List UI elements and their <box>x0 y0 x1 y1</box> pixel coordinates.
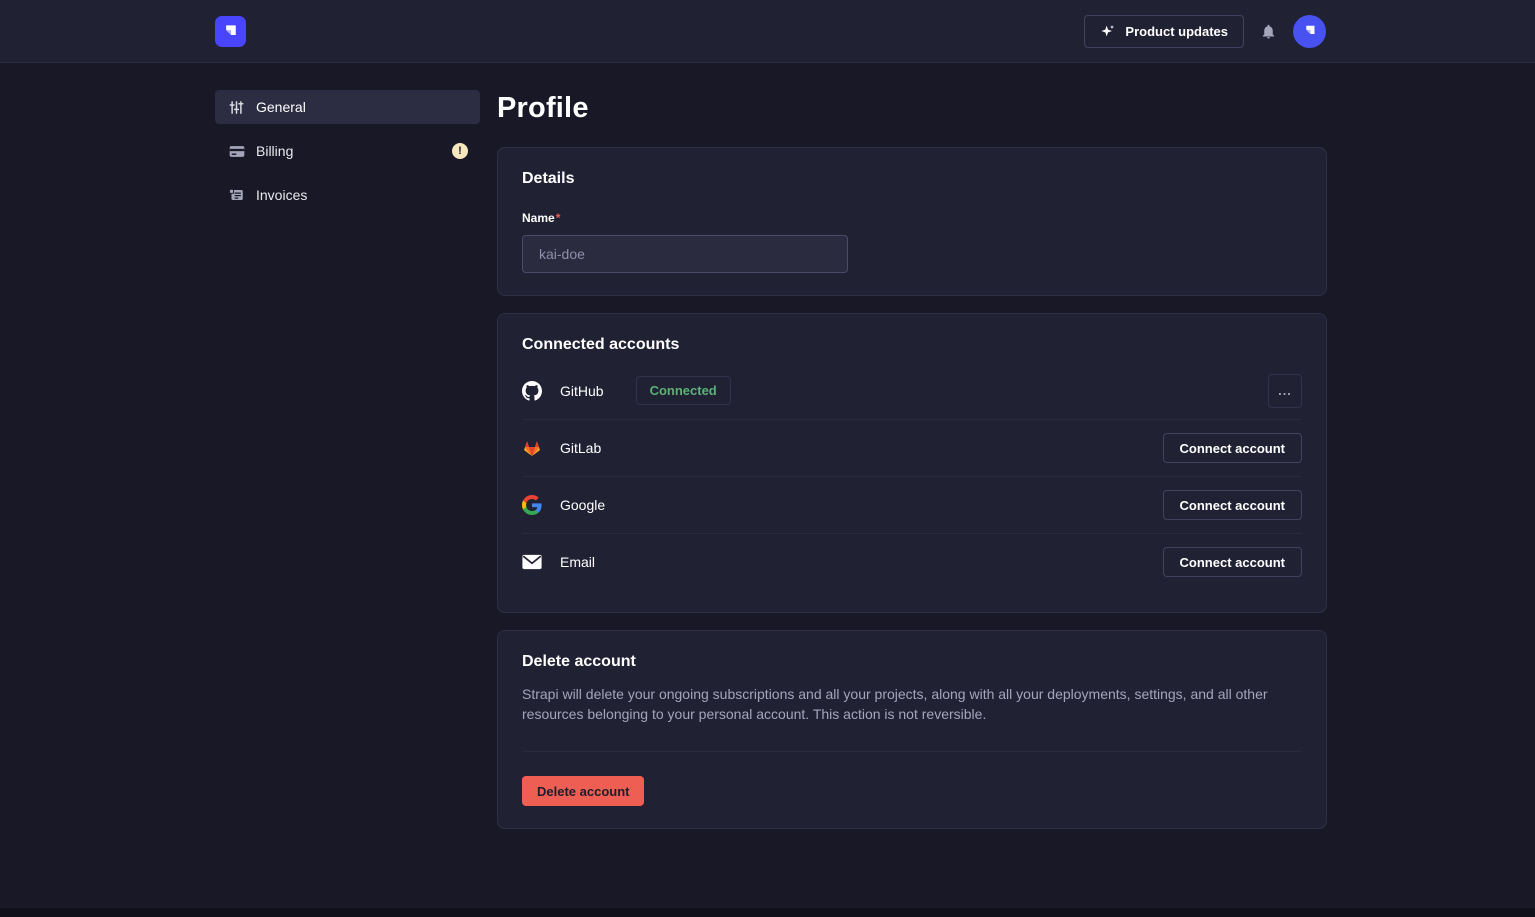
required-asterisk: * <box>556 211 561 225</box>
name-input[interactable] <box>522 235 848 273</box>
sidebar-item-billing[interactable]: Billing ! <box>215 134 480 168</box>
name-label: Name* <box>522 211 560 225</box>
strapi-logo-icon <box>220 21 241 42</box>
sidebar-item-label: General <box>256 99 306 115</box>
bell-icon <box>1260 22 1277 41</box>
product-updates-button[interactable]: Product updates <box>1084 15 1244 48</box>
top-navbar: Product updates <box>0 0 1535 63</box>
delete-account-button[interactable]: Delete account <box>522 776 644 806</box>
user-avatar[interactable] <box>1293 15 1326 48</box>
connected-accounts-heading: Connected accounts <box>522 336 1302 354</box>
account-provider-label: Email <box>560 554 595 570</box>
github-options-button[interactable]: ... <box>1268 374 1302 408</box>
connected-status-badge: Connected <box>636 376 731 405</box>
account-provider-label: GitLab <box>560 440 601 456</box>
delete-account-card: Delete account Strapi will delete your o… <box>497 630 1327 829</box>
invoice-icon <box>229 188 246 202</box>
sparkles-icon <box>1100 23 1116 39</box>
divider <box>522 751 1302 752</box>
account-row-github: GitHub Connected ... <box>522 362 1302 419</box>
email-connect-button[interactable]: Connect account <box>1163 547 1302 577</box>
notifications-button[interactable] <box>1260 22 1277 41</box>
sidebar-item-label: Invoices <box>256 187 307 203</box>
sliders-icon <box>229 100 246 115</box>
account-row-email: Email Connect account <box>522 533 1302 590</box>
product-updates-label: Product updates <box>1125 24 1228 39</box>
details-card: Details Name* <box>497 147 1327 296</box>
gitlab-connect-button[interactable]: Connect account <box>1163 433 1302 463</box>
github-icon <box>522 381 542 401</box>
email-icon <box>522 552 542 572</box>
credit-card-icon <box>229 145 246 158</box>
google-connect-button[interactable]: Connect account <box>1163 490 1302 520</box>
account-provider-label: Google <box>560 497 605 513</box>
account-provider-label: GitHub <box>560 383 604 399</box>
strapi-logo[interactable] <box>215 16 246 47</box>
sidebar-item-label: Billing <box>256 143 293 159</box>
delete-account-heading: Delete account <box>522 653 1302 671</box>
sidebar-item-invoices[interactable]: Invoices <box>215 178 480 212</box>
name-field-group: Name* <box>522 209 1302 273</box>
details-heading: Details <box>522 170 1302 188</box>
avatar-strapi-glyph <box>1301 22 1319 40</box>
account-row-google: Google Connect account <box>522 476 1302 533</box>
sidebar-item-general[interactable]: General <box>215 90 480 124</box>
settings-sidebar: General Billing ! <box>215 90 480 846</box>
page-title: Profile <box>497 92 1327 125</box>
billing-warning-badge: ! <box>452 143 468 159</box>
accounts-list: GitHub Connected ... <box>522 362 1302 590</box>
delete-account-description: Strapi will delete your ongoing subscrip… <box>522 684 1302 724</box>
connected-accounts-card: Connected accounts GitHub Connected ... <box>497 313 1327 613</box>
google-icon <box>522 495 542 515</box>
gitlab-icon <box>522 438 542 458</box>
bottom-edge-strip <box>0 908 1535 917</box>
account-row-gitlab: GitLab Connect account <box>522 419 1302 476</box>
